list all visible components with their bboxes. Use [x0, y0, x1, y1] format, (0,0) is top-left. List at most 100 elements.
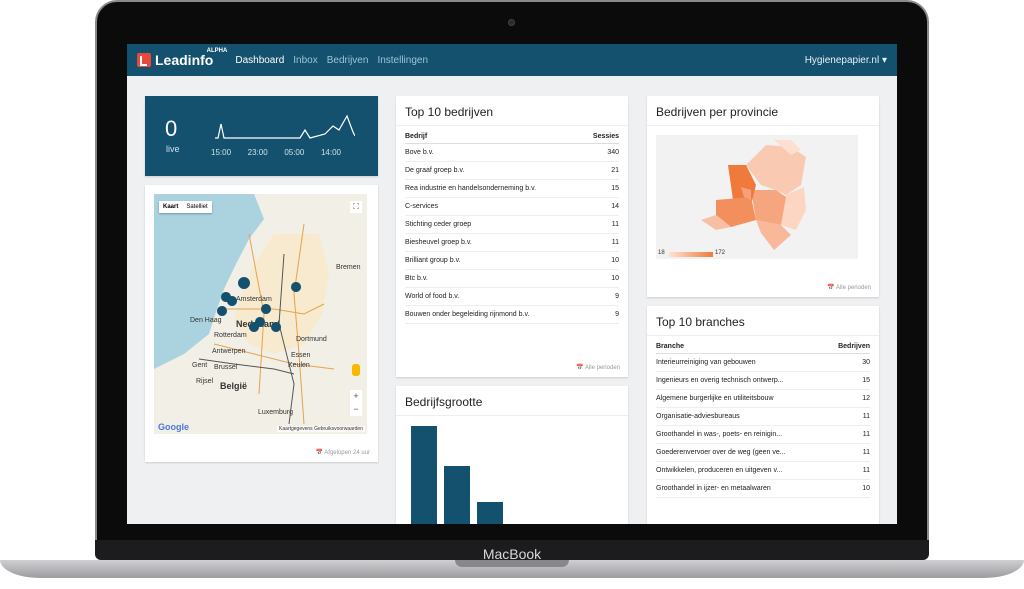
table-row[interactable]: Stichting ceder groep 11: [405, 215, 619, 234]
zoom-out-button[interactable]: −: [350, 403, 362, 416]
navbar: Leadinfo ALPHA Dashboard Inbox Bedrijven…: [127, 44, 897, 76]
map-pin-icon: [238, 277, 251, 304]
size-bar: [477, 502, 503, 524]
row-value: 10: [583, 269, 619, 288]
legend-gradient: [669, 252, 713, 257]
table-row[interactable]: Rea industrie en handelsonderneming b.v.…: [405, 179, 619, 198]
time-label: 14:00: [320, 148, 341, 157]
row-value: 15: [583, 179, 619, 198]
map-pin-icon: [249, 322, 260, 346]
column-header[interactable]: Bedrijf: [405, 130, 584, 144]
nav-inbox[interactable]: Inbox: [293, 55, 317, 66]
period-label: 📅 Afgelopen 24 uur: [315, 450, 370, 456]
map-terms[interactable]: Kaartgegevens Gebruiksvoorwaarden: [277, 426, 365, 432]
table-row[interactable]: Groothandel in was-, poets- en reinigin.…: [656, 425, 870, 444]
column-header[interactable]: Bedrijven: [827, 340, 870, 354]
pegman-icon[interactable]: [352, 364, 360, 376]
table-row[interactable]: Bouwen onder begeleiding rijnmond b.v. 9: [405, 305, 619, 324]
row-value: 11: [583, 215, 619, 234]
map-pin-icon: [227, 296, 238, 320]
nav-instellingen[interactable]: Instellingen: [377, 55, 428, 66]
row-label: Groothandel in ijzer- en metaalwaren: [656, 479, 828, 498]
size-bar: [411, 426, 437, 524]
table-row[interactable]: Interieurreiniging van gebouwen 30: [656, 353, 870, 372]
column-header[interactable]: Branche: [656, 340, 828, 354]
time-label: 15:00: [211, 148, 232, 157]
table-row[interactable]: Groothandel in ijzer- en metaalwaren 10: [656, 479, 870, 498]
live-sparkline: [215, 114, 355, 139]
bedrijven-table: Bedrijf Sessies Bove b.v. 340 De graaf gro…: [405, 130, 619, 324]
map-type-kaart[interactable]: Kaart: [159, 201, 182, 213]
row-value: 9: [583, 287, 619, 306]
time-label: 05:00: [284, 148, 305, 157]
zoom-in-button[interactable]: +: [350, 390, 362, 403]
macbook-frame: MacBook Leadinfo ALPHA Dashboard Inbox B…: [0, 0, 1024, 589]
legend-min: 18: [658, 250, 665, 256]
provincie-card: Bedrijven per provincie 18 172 📅 Alle pe…: [647, 96, 879, 297]
map-pin-icon: [271, 322, 282, 346]
row-label: Goederenvervoer over de weg (geen ve...: [656, 443, 828, 462]
row-label: C-services: [405, 197, 584, 216]
row-value: 14: [583, 197, 619, 216]
visitor-map[interactable]: Bremen Den Haag Amsterdam Nederland Rott…: [154, 194, 367, 434]
column-header[interactable]: Sessies: [583, 130, 619, 144]
nav-bedrijven[interactable]: Bedrijven: [327, 55, 369, 66]
row-value: 11: [583, 233, 619, 252]
brand[interactable]: Leadinfo ALPHA: [137, 48, 227, 68]
live-count: 0: [165, 116, 178, 141]
row-label: Bove b.v.: [405, 143, 584, 162]
row-label: Rea industrie en handelsonderneming b.v.: [405, 179, 584, 198]
row-label: Ontwikkelen, produceren en uitgeven v...: [656, 461, 828, 480]
card-title: Top 10 bedrijven: [396, 96, 628, 126]
map-pins: [217, 277, 302, 346]
table-row[interactable]: World of food b.v. 9: [405, 287, 619, 306]
row-value: 11: [827, 407, 870, 426]
top-bedrijven-card: Top 10 bedrijven Bedrijf Sessies Bove b.…: [396, 96, 628, 377]
province-choropleth: [656, 135, 858, 259]
table-row[interactable]: Ingenieurs en overig technisch ontwerp..…: [656, 371, 870, 390]
row-value: 9: [583, 305, 619, 324]
table-row[interactable]: Btc b.v. 10: [405, 269, 619, 288]
table-row[interactable]: Bove b.v. 340: [405, 143, 619, 162]
size-bar: [444, 466, 470, 524]
nav-dashboard[interactable]: Dashboard: [235, 55, 284, 66]
google-logo: Google: [158, 422, 189, 432]
row-label: Algemene burgerlijke en utiliteitsbouw: [656, 389, 828, 408]
map-type-satelliet[interactable]: Satelliet: [182, 201, 211, 213]
row-value: 10: [827, 479, 870, 498]
period-label: 📅 Alle perioden: [827, 285, 871, 291]
row-label: Bouwen onder begeleiding rijnmond b.v.: [405, 305, 584, 324]
row-label: Groothandel in was-, poets- en reinigin.…: [656, 425, 828, 444]
camera-icon: [508, 19, 515, 26]
live-card: 0 live 15:00 23:00 05:00 14:00: [145, 96, 378, 176]
row-label: De graaf groep b.v.: [405, 161, 584, 180]
row-value: 10: [583, 251, 619, 270]
table-row[interactable]: Algemene burgerlijke en utiliteitsbouw 12: [656, 389, 870, 408]
table-header: Bedrijf Sessies: [405, 130, 619, 144]
row-label: Ingenieurs en overig technisch ontwerp..…: [656, 371, 828, 390]
table-row[interactable]: De graaf groep b.v. 21: [405, 161, 619, 180]
table-row[interactable]: Biesheuvel groep b.v. 11: [405, 233, 619, 252]
fullscreen-icon[interactable]: ⛶: [350, 201, 362, 213]
row-value: 11: [827, 461, 870, 480]
card-title: Bedrijfsgrootte: [396, 386, 628, 416]
card-title: Bedrijven per provincie: [647, 96, 879, 126]
bedrijfsgrootte-card: Bedrijfsgrootte: [396, 386, 628, 524]
row-label: Biesheuvel groep b.v.: [405, 233, 584, 252]
row-value: 15: [827, 371, 870, 390]
table-row[interactable]: Goederenvervoer over de weg (geen ve... 1…: [656, 443, 870, 462]
period-label: 📅 Alle perioden: [576, 365, 620, 371]
row-label: World of food b.v.: [405, 287, 584, 306]
row-label: Interieurreiniging van gebouwen: [656, 353, 828, 372]
table-row[interactable]: Organisatie-adviesbureaus 11: [656, 407, 870, 426]
screen: Leadinfo ALPHA Dashboard Inbox Bedrijven…: [127, 44, 897, 524]
table-row[interactable]: Brilliant group b.v. 10: [405, 251, 619, 270]
row-value: 12: [827, 389, 870, 408]
map-pin-icon: [217, 306, 228, 330]
legend-max: 172: [715, 250, 726, 256]
laptop-notch: [455, 560, 569, 567]
account-dropdown[interactable]: Hygienepapier.nl ▾: [805, 55, 887, 66]
table-row[interactable]: Ontwikkelen, produceren en uitgeven v...…: [656, 461, 870, 480]
table-row[interactable]: C-services 14: [405, 197, 619, 216]
alpha-badge: ALPHA: [206, 48, 228, 54]
